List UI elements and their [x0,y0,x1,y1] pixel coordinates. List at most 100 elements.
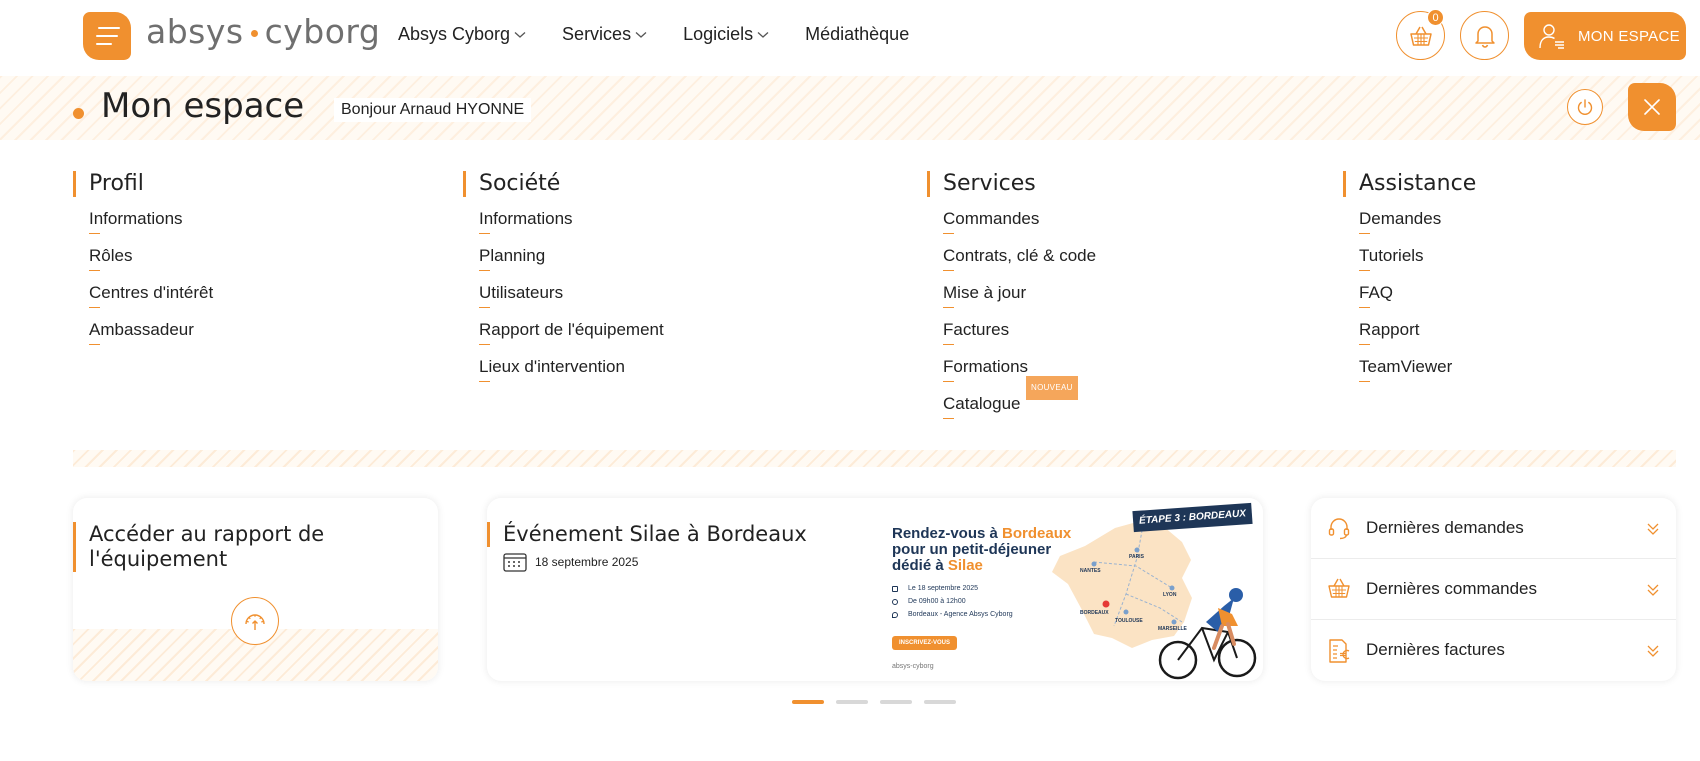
basket-icon [1328,578,1350,598]
promo-headline: Rendez-vous à Bordeaux pour un petit-déj… [892,526,1092,574]
calendar-icon [503,553,527,572]
accordion-label: Dernières factures [1366,640,1505,659]
calendar-icon [892,585,898,592]
site-header: absys cyborg Absys Cyborg Services Logic… [0,0,1700,74]
link-societe-utilisateurs[interactable]: Utilisateurs [479,283,664,320]
link-profil-ambassadeur[interactable]: Ambassadeur [89,320,213,357]
gauge-icon [245,614,265,630]
logo-text-left: absys [146,12,244,51]
promo-headline-city: Bordeaux [1002,525,1072,542]
carousel-dot-2[interactable] [836,700,868,704]
promo-register-button[interactable]: INSCRIVEZ-VOUS [892,636,958,650]
promo-info-place: Bordeaux - Agence Absys Cyborg [908,611,1013,618]
card-rapport-equipement[interactable]: Accéder au rapport de l'équipement [73,498,438,681]
menu-burger-button[interactable] [83,12,131,60]
invoice-icon [1329,639,1350,663]
accordion-dernieres-commandes[interactable]: Dernières commandes [1311,559,1676,620]
hatched-divider [73,450,1676,467]
link-assistance-rapport[interactable]: Rapport [1359,320,1476,357]
card-evenement[interactable]: Événement Silae à Bordeaux 18 septembre … [487,498,1263,681]
link-label: TeamViewer [1359,357,1453,382]
link-societe-informations[interactable]: Informations [479,209,664,246]
event-date-text: 18 septembre 2025 [535,555,639,569]
link-societe-rapport-equipement[interactable]: Rapport de l'équipement [479,320,664,357]
page-title: Mon espace [101,86,305,126]
map-city-label: PARIS [1129,554,1144,560]
mon-espace-band: Mon espace Bonjour Arnaud HYONNE [0,76,1700,140]
link-label: Informations [89,209,183,234]
close-button[interactable] [1628,83,1676,131]
user-icon [1539,24,1564,49]
event-title: Événement Silae à Bordeaux [487,522,807,547]
link-assistance-tutoriels[interactable]: Tutoriels [1359,246,1476,283]
link-services-contrats[interactable]: Contrats, clé & code [943,246,1096,283]
link-label: Commandes [943,209,1040,234]
main-nav: Absys Cyborg Services Logiciels Médiathè… [398,24,909,45]
logout-button[interactable] [1567,89,1603,125]
carousel-dot-3[interactable] [880,700,912,704]
mon-espace-button[interactable]: MON ESPACE [1524,12,1686,60]
double-chevron-down-icon [1647,523,1659,535]
col-title-services: Services [927,171,1096,197]
link-label: Tutoriels [1359,246,1424,271]
link-societe-planning[interactable]: Planning [479,246,664,283]
cart-button[interactable]: 0 [1396,9,1445,60]
event-banner-image[interactable]: Rendez-vous à Bordeaux pour un petit-déj… [882,498,1263,681]
menu-col-assistance: Assistance Demandes Tutoriels FAQ Rappor… [1343,171,1476,394]
link-services-mise-a-jour[interactable]: Mise à jour [943,283,1096,320]
link-profil-centres-interet[interactable]: Centres d'intérêt [89,283,213,320]
mon-espace-label: MON ESPACE [1578,27,1680,45]
link-label: Rôles [89,246,133,271]
link-profil-roles[interactable]: Rôles [89,246,213,283]
promo-headline-brand: Silae [947,557,983,574]
accordion-label: Dernières demandes [1366,518,1524,537]
bell-icon [1474,25,1495,48]
location-pin-icon [892,611,898,618]
link-services-factures[interactable]: Factures [943,320,1096,357]
link-services-commandes[interactable]: Commandes [943,209,1096,246]
accordion-dernieres-demandes[interactable]: Dernières demandes [1311,498,1676,559]
card-rapport-title: Accéder au rapport de l'équipement [73,522,373,572]
headset-icon [1328,518,1350,540]
map-city-label: BORDEAUX [1080,610,1109,616]
map-city-label: TOULOUSE [1115,618,1143,624]
link-profil-informations[interactable]: Informations [89,209,213,246]
site-logo[interactable]: absys cyborg [146,12,380,51]
col-title-societe: Société [463,171,664,197]
link-label: Contrats, clé & code [943,246,1097,271]
chevron-down-icon [757,31,769,38]
nav-services[interactable]: Services [562,24,647,45]
accordion-dernieres-factures[interactable]: Dernières factures [1311,620,1676,681]
rapport-open-button[interactable] [231,597,279,645]
carousel-dot-4[interactable] [924,700,956,704]
carousel-dot-1[interactable] [792,700,824,704]
link-label: Lieux d'intervention [479,357,625,382]
clock-icon [892,598,898,605]
double-chevron-down-icon [1647,584,1659,596]
menu-col-societe: Société Informations Planning Utilisateu… [463,171,664,394]
link-societe-lieux-intervention[interactable]: Lieux d'intervention [479,357,664,394]
carousel-indicators [792,700,956,704]
nav-label: Logiciels [683,24,754,44]
burger-line [96,35,118,37]
link-services-catalogue[interactable]: Catalogue NOUVEAU [943,376,1096,431]
nav-logiciels[interactable]: Logiciels [683,24,769,45]
notifications-button[interactable] [1460,11,1509,60]
col-title-profil: Profil [73,171,213,197]
close-icon [1644,99,1660,115]
promo-headline-part: Rendez-vous à [892,525,1003,542]
nav-mediatheque[interactable]: Médiathèque [805,24,909,45]
link-assistance-demandes[interactable]: Demandes [1359,209,1476,246]
col-title-assistance: Assistance [1343,171,1476,197]
link-assistance-teamviewer[interactable]: TeamViewer [1359,357,1476,394]
nav-absys-cyborg[interactable]: Absys Cyborg [398,24,526,45]
link-label: Rapport de l'équipement [479,320,664,345]
menu-col-profil: Profil Informations Rôles Centres d'inté… [73,171,213,357]
link-label: FAQ [1359,283,1394,308]
map-city-label: NANTES [1080,568,1101,574]
link-label: Utilisateurs [479,283,564,308]
power-icon [1577,99,1593,115]
link-assistance-faq[interactable]: FAQ [1359,283,1476,320]
link-label: Mise à jour [943,283,1027,308]
link-label: Rapport [1359,320,1420,345]
